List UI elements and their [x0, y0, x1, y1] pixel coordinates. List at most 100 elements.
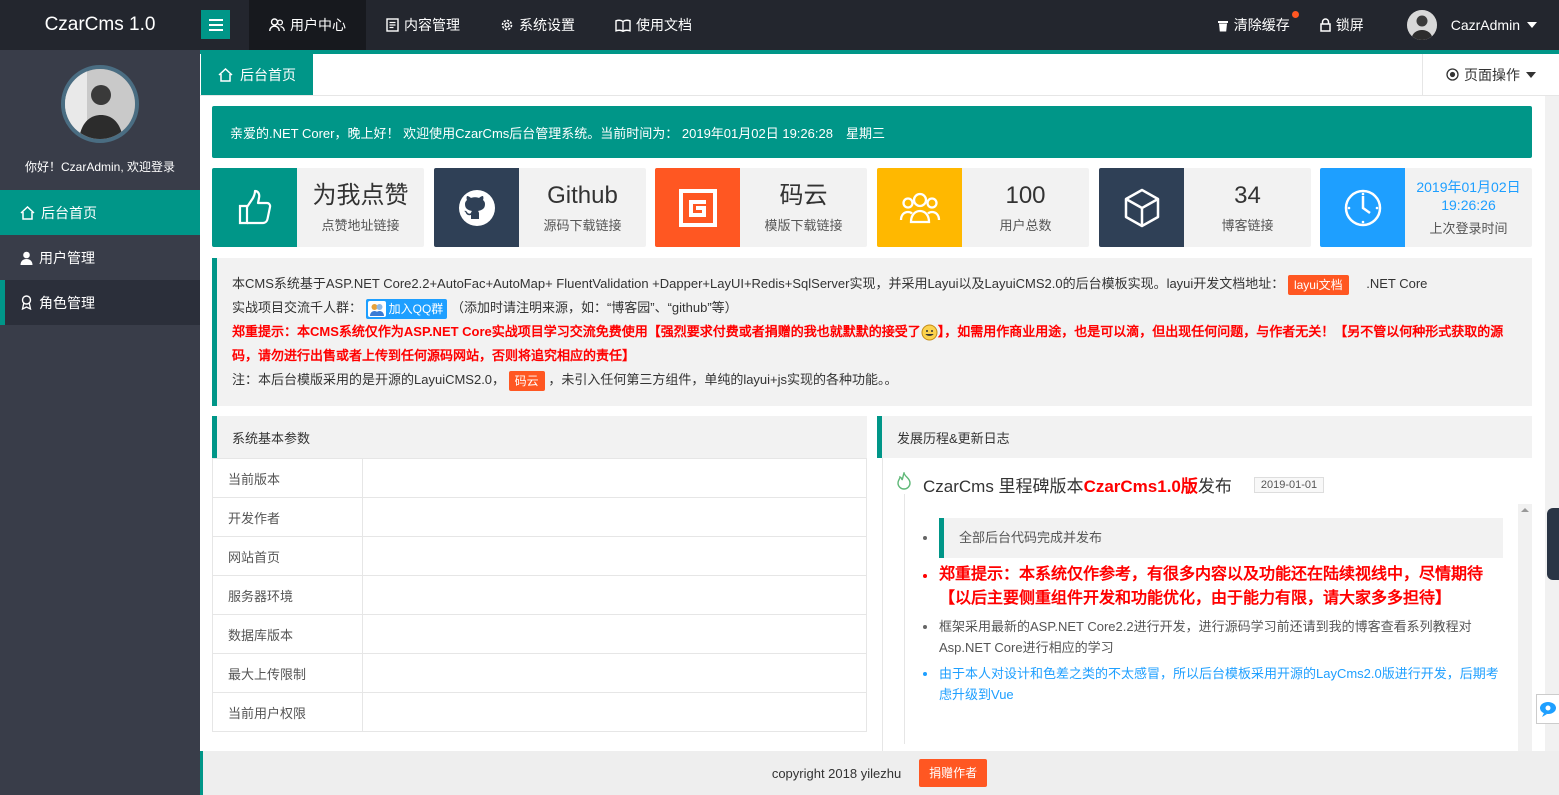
donate-button[interactable]: 捐赠作者 [919, 759, 988, 787]
table-row: 当前用户权限 [212, 692, 867, 732]
card-value: 34 [1234, 182, 1261, 209]
card-label: 源码下载链接 [543, 218, 622, 233]
card-blog-links[interactable]: 34 博客链接 [1099, 168, 1311, 247]
app-logo[interactable]: CzarCms 1.0 [0, 0, 200, 50]
sidebar-item-users[interactable]: 用户管理 [0, 235, 200, 280]
topnav-docs[interactable]: 使用文档 [595, 0, 712, 50]
floating-widget-handle[interactable] [1547, 508, 1559, 580]
sidebar-menu: 后台首页 用户管理 角色管理 [0, 190, 200, 325]
menu-toggle-button[interactable] [201, 10, 230, 39]
sidebar-item-label: 用户管理 [39, 249, 95, 266]
params-table: 当前版本 开发作者 网站首页 服务器环境 数据库版本 最大上传限制 当前用户权限 [212, 458, 867, 732]
lock-screen-button[interactable]: 锁屏 [1307, 15, 1377, 35]
timeline-scrollbar[interactable] [1518, 504, 1532, 751]
param-key: 网站首页 [212, 536, 363, 576]
trash-icon [1217, 19, 1229, 32]
sidebar-item-roles[interactable]: 角色管理 [0, 280, 200, 325]
qq-btn-label: 加入QQ群 [388, 301, 444, 316]
list-item: 郑重提示：本系统仅作参考，有很多内容以及功能还在陆续视线中，尽情期待【以后主要侧… [923, 563, 1503, 611]
card-label: 博客链接 [1221, 218, 1274, 233]
topnav-label: 使用文档 [636, 17, 692, 33]
user-menu[interactable]: CazrAdmin [1377, 10, 1559, 40]
join-qq-group-button[interactable]: 加入QQ群 [365, 298, 448, 319]
card-icon-box [1099, 168, 1184, 247]
param-value [362, 458, 867, 498]
topnav-settings[interactable]: 系统设置 [480, 0, 595, 50]
card-label: 点赞地址链接 [321, 218, 400, 233]
gear-icon [500, 18, 514, 32]
avatar [1406, 10, 1437, 40]
topnav-label: 系统设置 [519, 17, 575, 33]
card-like[interactable]: 为我点赞 点赞地址链接 [212, 168, 424, 247]
system-params-panel: 系统基本参数 当前版本 开发作者 网站首页 服务器环境 数据库版本 最大上传限制… [212, 416, 867, 751]
copyright-text: copyright 2018 yilezhu [771, 765, 902, 781]
award-icon [20, 295, 33, 310]
lock-screen-label: 锁屏 [1335, 17, 1364, 33]
timeline-entry-title: CzarCms 里程碑版本 CzarCms1.0版 发布 2019-01-01 [923, 472, 1325, 497]
param-key: 当前版本 [212, 458, 363, 498]
sidebar-avatar[interactable] [61, 65, 139, 143]
chat-bubble-icon [1540, 702, 1556, 717]
gitee-icon [678, 188, 717, 227]
card-text: 100 用户总数 [962, 168, 1089, 247]
card-value: Github [547, 182, 618, 209]
entry-title-text: CzarCms 里程碑版本 [923, 477, 1084, 496]
param-value [362, 614, 867, 654]
card-text: 为我点赞 点赞地址链接 [297, 168, 424, 247]
table-row: 当前版本 [212, 458, 867, 498]
param-key: 服务器环境 [212, 575, 363, 615]
card-value: 为我点赞 [312, 182, 409, 209]
scroll-up-icon [1521, 508, 1529, 512]
card-gitee[interactable]: 码云 模版下载链接 [655, 168, 867, 247]
floating-chat-button[interactable] [1536, 694, 1559, 724]
intro-text: .NET Core [1366, 276, 1428, 291]
param-value [362, 575, 867, 615]
chevron-down-icon [1526, 71, 1536, 78]
sidebar-greeting: 你好！CzarAdmin, 欢迎登录 [24, 160, 176, 174]
layui-doc-link[interactable]: layui文档 [1287, 274, 1349, 295]
user-icon [20, 251, 33, 265]
intro-text: 实战项目交流千人群： [232, 300, 363, 315]
clear-cache-label: 清除缓存 [1233, 17, 1290, 33]
card-icon-box [877, 168, 962, 247]
changelog-panel: 发展历程&更新日志 CzarCms 里程碑版本 CzarCms1.0版 发布 201… [877, 416, 1532, 751]
document-icon [386, 18, 399, 32]
card-github[interactable]: Github 源码下载链接 [434, 168, 646, 247]
card-last-login[interactable]: 2019年01月02日 19:26:26 上次登录时间 [1320, 168, 1532, 247]
topnav-content[interactable]: 内容管理 [366, 0, 480, 50]
entry-title-highlight: CzarCms1.0版 [1083, 477, 1198, 496]
intro-notice: 本CMS系统基于ASP.NET Core2.2+AutoFac+AutoMap+… [212, 258, 1532, 406]
tab-label: 后台首页 [240, 66, 296, 83]
card-users-total[interactable]: 100 用户总数 [877, 168, 1089, 247]
param-key: 开发作者 [212, 497, 363, 537]
topnav-label: 用户中心 [290, 17, 346, 33]
card-text: Github 源码下载链接 [519, 168, 646, 247]
card-value: 码云 [779, 182, 828, 209]
chevron-down-icon [1527, 22, 1537, 28]
gitee-link[interactable]: 码云 [508, 370, 545, 391]
github-icon [458, 189, 495, 226]
list-item: 框架采用最新的ASP.NET Core2.2进行开发，进行源码学习前还请到我的博… [923, 616, 1503, 658]
card-value: 100 [1005, 182, 1046, 209]
card-value-time: 19:26:26 [1441, 197, 1496, 213]
clear-cache-button[interactable]: 清除缓存 [1204, 11, 1303, 35]
tab-home[interactable]: 后台首页 [201, 54, 313, 95]
timeline-list: 全部后台代码完成并发布 郑重提示：本系统仅作参考，有很多内容以及功能还在陆续视线… [923, 518, 1503, 710]
list-item: 由于本人对设计和色差之类的不太感冒，所以后台模板采用开源的LayCms2.0版进… [923, 663, 1503, 705]
intro-text: 注：本后台模版采用的是开源的LayuiCMS2.0， [232, 372, 506, 387]
stat-cards: 为我点赞 点赞地址链接 Github 源码下载链接 码云 模版下载链接 100 … [212, 168, 1532, 248]
group-icon [899, 192, 940, 223]
page-operations-dropdown[interactable]: 页面操作 [1422, 54, 1559, 95]
page-scrollbar[interactable] [1545, 96, 1559, 751]
topnav-user-center[interactable]: 用户中心 [249, 0, 366, 50]
home-icon [218, 67, 233, 82]
table-row: 最大上传限制 [212, 653, 867, 693]
sidebar-item-home[interactable]: 后台首页 [0, 190, 200, 235]
card-icon-box [655, 168, 740, 247]
lock-icon [1320, 18, 1331, 32]
home-icon [20, 205, 35, 220]
top-right-tools: 清除缓存 锁屏 CazrAdmin [1204, 0, 1559, 50]
entry-date: 2019-01-01 [1253, 476, 1325, 493]
tab-bar: 后台首页 页面操作 [200, 54, 1559, 96]
hamburger-icon [208, 18, 223, 31]
